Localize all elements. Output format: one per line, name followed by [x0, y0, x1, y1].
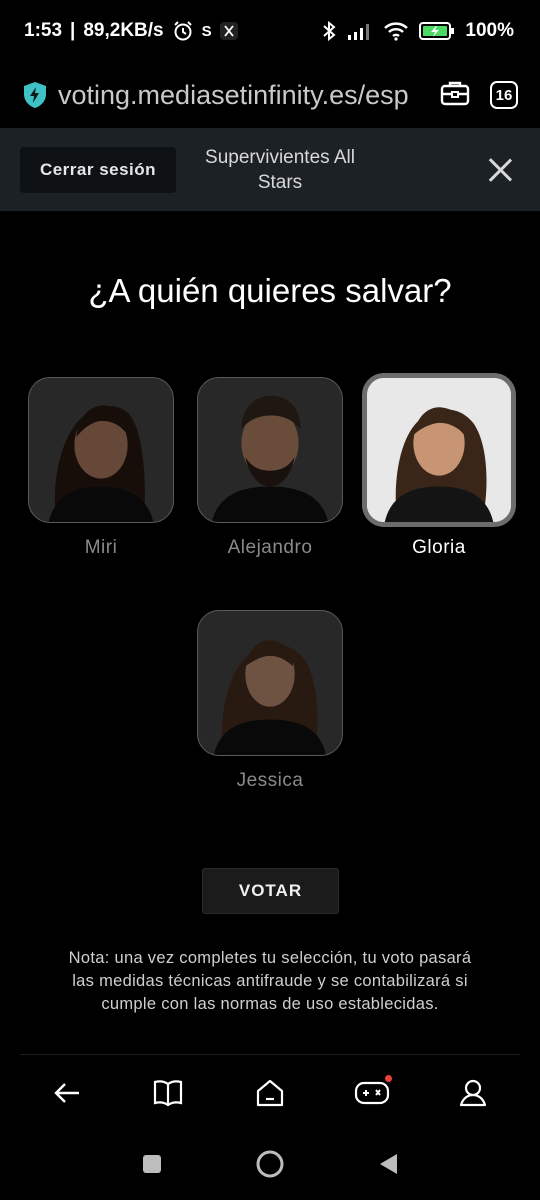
disclaimer-note: Nota: una vez completes tu selección, tu… — [68, 949, 472, 1013]
x-app-icon — [219, 22, 238, 40]
divider — [20, 1054, 520, 1055]
briefcase-icon[interactable] — [440, 80, 470, 111]
notification-dot — [384, 1075, 392, 1082]
page-title: Supervivientes All Stars — [205, 146, 355, 193]
candidate-name: Jessica — [236, 770, 304, 791]
status-time: 1:53 — [24, 20, 63, 41]
app-s-icon: S — [201, 22, 212, 40]
back-triangle-icon[interactable] — [377, 1152, 399, 1181]
recents-square-icon[interactable] — [141, 1153, 163, 1180]
home-circle-icon[interactable] — [255, 1149, 285, 1184]
candidate-photo[interactable] — [28, 377, 174, 523]
system-nav-bar — [0, 1136, 540, 1196]
tab-switcher-button[interactable]: 16 — [490, 81, 518, 109]
alarm-icon — [172, 20, 194, 42]
url-field[interactable]: voting.mediasetinfinity.es/esp — [58, 80, 428, 111]
candidate-name: Alejandro — [227, 537, 313, 558]
shield-icon[interactable] — [22, 81, 48, 109]
game-controller-icon[interactable] — [350, 1071, 394, 1115]
site-header: Cerrar sesión Supervivientes All Stars — [0, 128, 540, 211]
candidate-photo-selected[interactable] — [362, 373, 516, 527]
vote-button[interactable]: VOTAR — [202, 868, 339, 914]
candidate-photo[interactable] — [197, 377, 343, 523]
wifi-icon — [383, 21, 409, 41]
network-speed: 89,2KB/s — [83, 20, 164, 41]
candidate-card-jessica[interactable]: Jessica — [197, 610, 343, 792]
battery-percent: 100% — [465, 20, 514, 41]
back-arrow-icon[interactable] — [45, 1071, 89, 1115]
profile-icon[interactable] — [451, 1071, 495, 1115]
close-icon[interactable] — [486, 156, 514, 184]
status-separator: | — [70, 20, 76, 41]
candidate-photo[interactable] — [197, 610, 343, 756]
signal-icon — [347, 22, 373, 40]
status-bar: 1:53 | 89,2KB/s S 100% — [0, 0, 540, 62]
browser-bottom-nav — [0, 1062, 540, 1124]
bluetooth-icon — [321, 20, 337, 42]
home-icon[interactable] — [248, 1071, 292, 1115]
candidate-card-gloria[interactable]: Gloria — [362, 373, 516, 559]
browser-url-bar: voting.mediasetinfinity.es/esp 16 — [0, 62, 540, 128]
bookmarks-book-icon[interactable] — [146, 1071, 190, 1115]
logout-button[interactable]: Cerrar sesión — [20, 146, 176, 193]
battery-charging-icon — [419, 21, 455, 41]
candidate-card-miri[interactable]: Miri — [28, 377, 174, 559]
candidate-card-alejandro[interactable]: Alejandro — [197, 377, 343, 559]
vote-question: ¿A quién quieres salvar? — [88, 272, 452, 309]
candidate-name: Miri — [84, 537, 118, 558]
candidate-name: Gloria — [412, 537, 466, 558]
